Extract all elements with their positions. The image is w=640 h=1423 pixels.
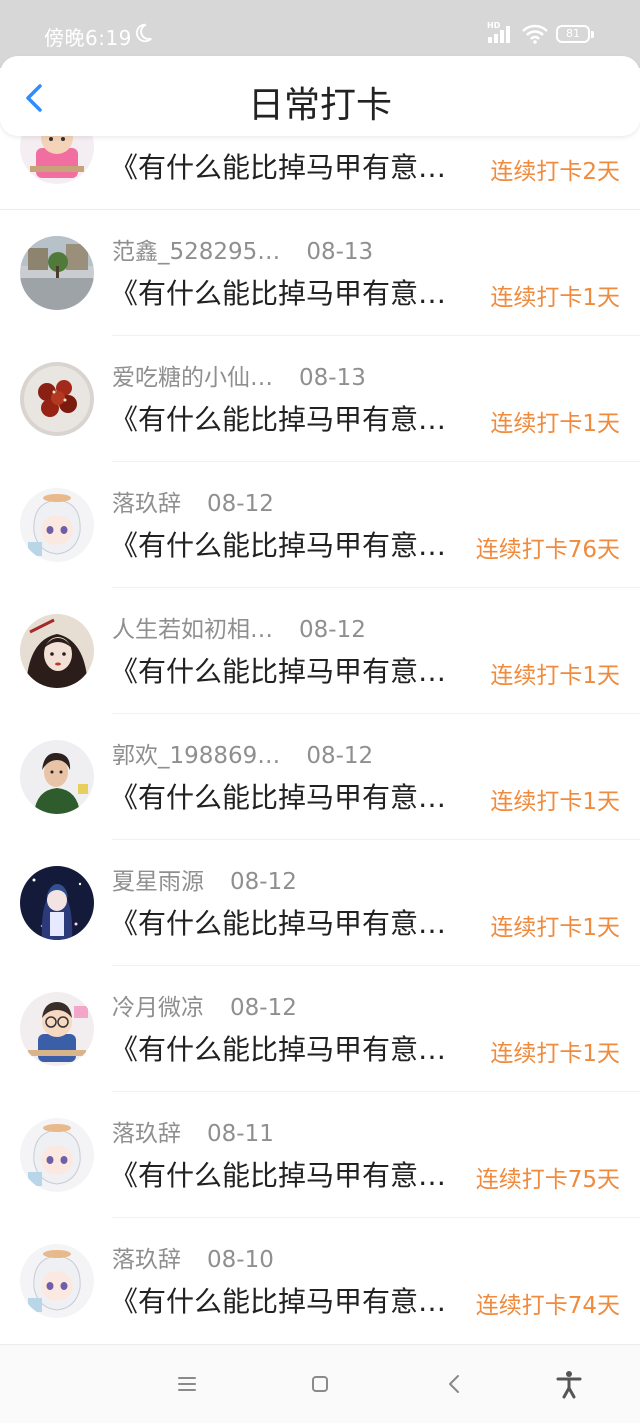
record-date: 08-13 bbox=[306, 239, 374, 265]
record-meta: 夏星雨源 08-12 bbox=[112, 862, 297, 896]
record-date: 08-11 bbox=[207, 1121, 274, 1147]
record-date: 08-10 bbox=[207, 1247, 274, 1273]
streak-label: 连续打卡1天 bbox=[490, 1041, 620, 1067]
list-item[interactable]: 人生若如初相… 08-12 《有什么能比掉马甲有意… 连续打卡1天 bbox=[0, 588, 640, 714]
moon-icon bbox=[135, 23, 152, 43]
record-title: 《有什么能比掉马甲有意… bbox=[110, 781, 447, 814]
checkin-list: 《有什么能比掉马甲有意… 连续打卡2天 范鑫_528295… 08-13 《有什么… bbox=[0, 116, 640, 1344]
anime-girl-avatar-icon bbox=[20, 488, 94, 562]
list-item[interactable]: 冷月微凉 08-12 《有什么能比掉马甲有意… 连续打卡1天 bbox=[0, 966, 640, 1092]
battery-tip bbox=[591, 31, 594, 38]
record-meta: 范鑫_528295… 08-13 bbox=[112, 232, 373, 266]
home-icon[interactable] bbox=[303, 1367, 337, 1401]
record-title: 《有什么能比掉马甲有意… bbox=[110, 1159, 447, 1192]
username[interactable]: 郭欢_198869… bbox=[112, 743, 280, 769]
record-meta: 落玖辞 08-11 bbox=[112, 1114, 274, 1148]
username[interactable]: 落玖辞 bbox=[112, 1247, 181, 1273]
record-title: 《有什么能比掉马甲有意… bbox=[110, 403, 447, 436]
record-title: 《有什么能比掉马甲有意… bbox=[110, 277, 447, 310]
menu-icon[interactable] bbox=[170, 1367, 204, 1401]
username[interactable]: 冷月微凉 bbox=[112, 995, 204, 1021]
wifi-icon bbox=[522, 24, 548, 44]
streak-label: 连续打卡1天 bbox=[490, 285, 620, 311]
anime-night-avatar-icon bbox=[20, 866, 94, 940]
avatar[interactable] bbox=[20, 1118, 94, 1192]
record-meta: 落玖辞 08-12 bbox=[112, 484, 274, 518]
avatar[interactable] bbox=[20, 1244, 94, 1318]
list-item[interactable]: 郭欢_198869… 08-12 《有什么能比掉马甲有意… 连续打卡1天 bbox=[0, 714, 640, 840]
record-date: 08-12 bbox=[230, 869, 297, 895]
list-item[interactable]: 范鑫_528295… 08-13 《有什么能比掉马甲有意… 连续打卡1天 bbox=[0, 210, 640, 336]
record-date: 08-12 bbox=[207, 491, 274, 517]
username[interactable]: 落玖辞 bbox=[112, 1121, 181, 1147]
username[interactable]: 夏星雨源 bbox=[112, 869, 204, 895]
list-item[interactable]: 爱吃糖的小仙… 08-13 《有什么能比掉马甲有意… 连续打卡1天 bbox=[0, 336, 640, 462]
painted-woman-avatar-icon bbox=[20, 614, 94, 688]
page-title: 日常打卡 bbox=[247, 85, 392, 126]
username[interactable]: 范鑫_528295… bbox=[112, 239, 280, 265]
avatar[interactable] bbox=[20, 866, 94, 940]
streak-label: 连续打卡1天 bbox=[490, 411, 620, 437]
status-time: 傍晚6:19 bbox=[44, 26, 132, 50]
battery-icon: 81 bbox=[556, 25, 590, 43]
username[interactable]: 落玖辞 bbox=[112, 491, 181, 517]
avatar[interactable] bbox=[20, 236, 94, 310]
avatar[interactable] bbox=[20, 740, 94, 814]
back-icon[interactable] bbox=[438, 1367, 472, 1401]
record-meta: 冷月微凉 08-12 bbox=[112, 988, 297, 1022]
woman-photo-avatar-icon bbox=[20, 740, 94, 814]
streak-label: 连续打卡2天 bbox=[490, 159, 620, 185]
street-photo-avatar-icon bbox=[20, 236, 94, 310]
detective-avatar-icon bbox=[20, 992, 94, 1066]
record-title: 《有什么能比掉马甲有意… bbox=[110, 1033, 447, 1066]
list-item[interactable]: 落玖辞 08-11 《有什么能比掉马甲有意… 连续打卡75天 bbox=[0, 1092, 640, 1218]
avatar[interactable] bbox=[20, 488, 94, 562]
record-title: 《有什么能比掉马甲有意… bbox=[110, 907, 447, 940]
streak-label: 连续打卡1天 bbox=[490, 663, 620, 689]
record-title: 《有什么能比掉马甲有意… bbox=[110, 529, 447, 562]
streak-label: 连续打卡74天 bbox=[475, 1293, 620, 1319]
anime-girl-avatar-icon bbox=[20, 1244, 94, 1318]
list-item[interactable]: 落玖辞 08-12 《有什么能比掉马甲有意… 连续打卡76天 bbox=[0, 462, 640, 588]
avatar[interactable] bbox=[20, 992, 94, 1066]
avatar[interactable] bbox=[20, 614, 94, 688]
signal-icon bbox=[488, 26, 510, 43]
page-header: 日常打卡 bbox=[0, 56, 640, 136]
username[interactable]: 爱吃糖的小仙… bbox=[112, 365, 273, 391]
record-title: 《有什么能比掉马甲有意… bbox=[110, 655, 447, 688]
system-nav-bar bbox=[0, 1344, 640, 1423]
record-meta: 爱吃糖的小仙… 08-13 bbox=[112, 358, 366, 392]
list-item[interactable]: 夏星雨源 08-12 《有什么能比掉马甲有意… 连续打卡1天 bbox=[0, 840, 640, 966]
list-item[interactable]: 落玖辞 08-10 《有什么能比掉马甲有意… 连续打卡74天 bbox=[0, 1218, 640, 1344]
username[interactable]: 人生若如初相… bbox=[112, 617, 273, 643]
record-date: 08-12 bbox=[299, 617, 366, 643]
streak-label: 连续打卡1天 bbox=[490, 789, 620, 815]
avatar[interactable] bbox=[20, 362, 94, 436]
record-date: 08-12 bbox=[306, 743, 374, 769]
record-title: 《有什么能比掉马甲有意… bbox=[110, 1285, 447, 1318]
streak-label: 连续打卡76天 bbox=[475, 537, 620, 563]
streak-label: 连续打卡1天 bbox=[490, 915, 620, 941]
streak-label: 连续打卡75天 bbox=[475, 1167, 620, 1193]
record-date: 08-13 bbox=[299, 365, 366, 391]
record-title: 《有什么能比掉马甲有意… bbox=[110, 151, 447, 184]
accessibility-icon[interactable] bbox=[552, 1367, 586, 1401]
food-avatar-icon bbox=[20, 362, 94, 436]
anime-girl-avatar-icon bbox=[20, 1118, 94, 1192]
record-date: 08-12 bbox=[230, 995, 297, 1021]
record-meta: 人生若如初相… 08-12 bbox=[112, 610, 366, 644]
record-meta: 落玖辞 08-10 bbox=[112, 1240, 274, 1274]
record-meta: 郭欢_198869… 08-12 bbox=[112, 736, 373, 770]
